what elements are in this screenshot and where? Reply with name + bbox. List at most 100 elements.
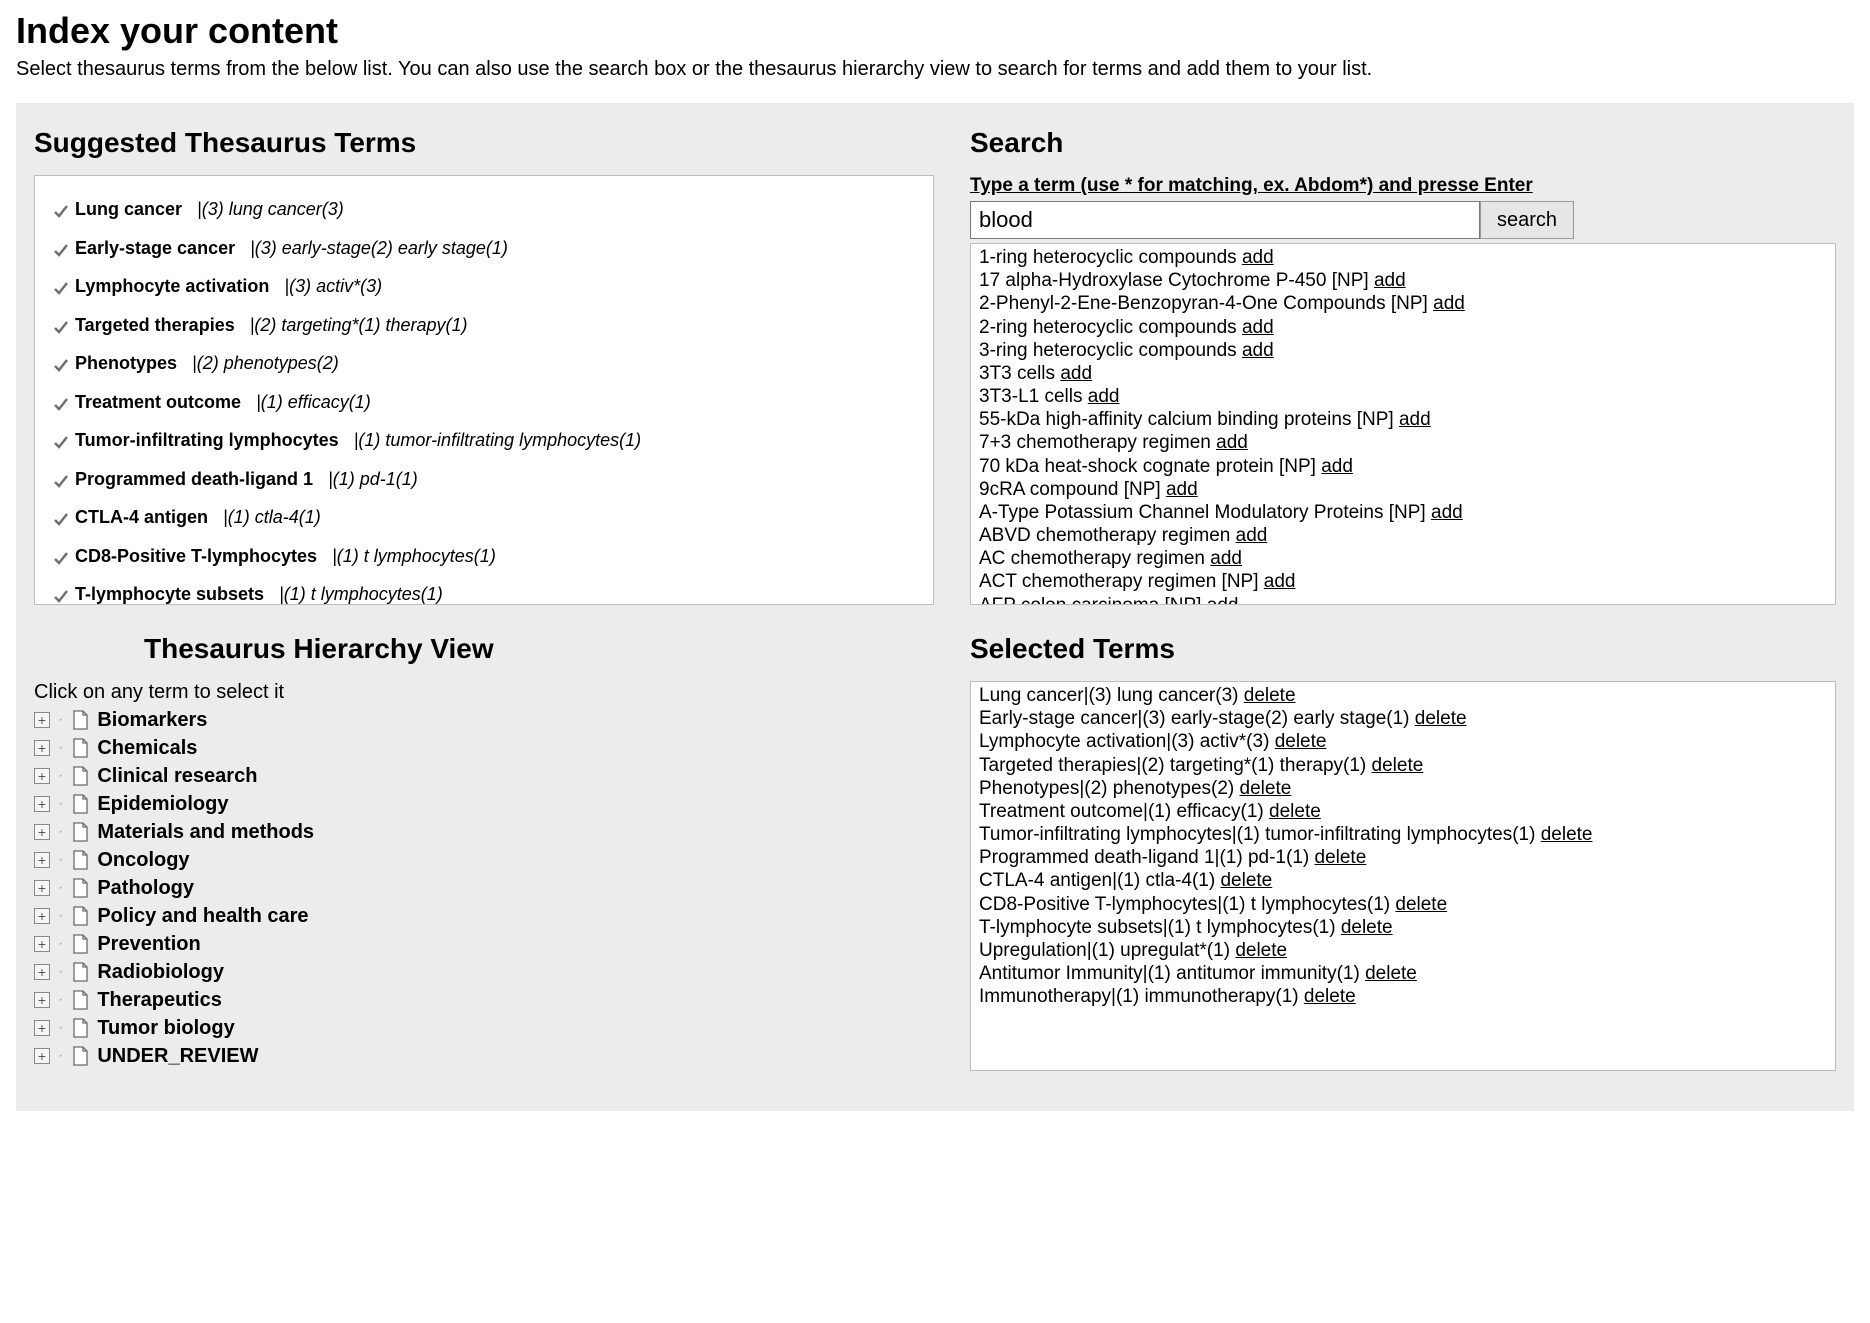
check-icon[interactable] <box>53 202 69 225</box>
hierarchy-node-label[interactable]: Therapeutics <box>97 986 221 1014</box>
add-link[interactable]: add <box>1433 293 1465 314</box>
expand-icon[interactable]: + <box>34 740 50 756</box>
delete-link[interactable]: delete <box>1365 963 1417 984</box>
check-icon[interactable] <box>53 472 69 495</box>
suggested-item[interactable]: T-lymphocyte subsets |(1) t lymphocytes(… <box>53 583 915 605</box>
delete-link[interactable]: delete <box>1220 870 1272 891</box>
suggested-list[interactable]: Lung cancer |(3) lung cancer(3) Early-sta… <box>34 175 934 605</box>
check-icon[interactable] <box>53 549 69 572</box>
expand-icon[interactable]: + <box>34 992 50 1008</box>
delete-link[interactable]: delete <box>1235 940 1287 961</box>
expand-icon[interactable]: + <box>34 880 50 896</box>
hierarchy-node-label[interactable]: Radiobiology <box>97 958 224 986</box>
hierarchy-node[interactable]: +·Prevention <box>34 930 934 958</box>
search-button[interactable]: search <box>1480 201 1574 239</box>
hierarchy-node-label[interactable]: Oncology <box>97 846 189 874</box>
suggested-item[interactable]: Programmed death-ligand 1 |(1) pd-1(1) <box>53 468 915 495</box>
check-icon[interactable] <box>53 356 69 379</box>
add-link[interactable]: add <box>1166 479 1198 500</box>
hierarchy-node-label[interactable]: Chemicals <box>97 734 197 762</box>
hierarchy-node-label[interactable]: Biomarkers <box>97 706 207 734</box>
add-link[interactable]: add <box>1264 571 1296 592</box>
check-icon[interactable] <box>53 587 69 605</box>
delete-link[interactable]: delete <box>1304 986 1356 1007</box>
check-icon[interactable] <box>53 279 69 302</box>
suggested-item[interactable]: Early-stage cancer |(3) early-stage(2) e… <box>53 237 915 264</box>
hierarchy-node[interactable]: +·Clinical research <box>34 762 934 790</box>
add-link[interactable]: add <box>1242 247 1274 268</box>
add-link[interactable]: add <box>1374 270 1406 291</box>
delete-link[interactable]: delete <box>1240 778 1292 799</box>
hierarchy-node-label[interactable]: Materials and methods <box>97 818 314 846</box>
hierarchy-node-label[interactable]: Policy and health care <box>97 902 308 930</box>
suggested-item-tally: |(3) activ*(3) <box>284 276 382 296</box>
hierarchy-node[interactable]: +·Therapeutics <box>34 986 934 1014</box>
expand-icon[interactable]: + <box>34 712 50 728</box>
search-input[interactable] <box>970 201 1480 239</box>
suggested-item[interactable]: CTLA-4 antigen |(1) ctla-4(1) <box>53 506 915 533</box>
delete-link[interactable]: delete <box>1275 731 1327 752</box>
add-link[interactable]: add <box>1236 525 1268 546</box>
delete-link[interactable]: delete <box>1415 708 1467 729</box>
expand-icon[interactable]: + <box>34 1020 50 1036</box>
hierarchy-node[interactable]: +·Policy and health care <box>34 902 934 930</box>
hierarchy-node-label[interactable]: Tumor biology <box>97 1014 234 1042</box>
hierarchy-node[interactable]: +·Biomarkers <box>34 706 934 734</box>
expand-icon[interactable]: + <box>34 796 50 812</box>
expand-icon[interactable]: + <box>34 1048 50 1064</box>
hierarchy-node[interactable]: +·Materials and methods <box>34 818 934 846</box>
add-link[interactable]: add <box>1431 502 1463 523</box>
hierarchy-node[interactable]: +·Chemicals <box>34 734 934 762</box>
delete-link[interactable]: delete <box>1372 755 1424 776</box>
hierarchy-tree[interactable]: +·Biomarkers+·Chemicals+·Clinical resear… <box>34 706 934 1070</box>
check-icon[interactable] <box>53 395 69 418</box>
add-link[interactable]: add <box>1088 386 1120 407</box>
hierarchy-node-label[interactable]: UNDER_REVIEW <box>97 1042 258 1070</box>
tree-connector-icon: · <box>58 877 63 899</box>
hierarchy-node[interactable]: +·Radiobiology <box>34 958 934 986</box>
expand-icon[interactable]: + <box>34 908 50 924</box>
selected-list[interactable]: Lung cancer|(3) lung cancer(3) deleteEar… <box>970 681 1836 1071</box>
add-link[interactable]: add <box>1242 340 1274 361</box>
add-link[interactable]: add <box>1242 317 1274 338</box>
suggested-item[interactable]: Phenotypes |(2) phenotypes(2) <box>53 352 915 379</box>
suggested-item[interactable]: CD8-Positive T-lymphocytes |(1) t lympho… <box>53 545 915 572</box>
search-results-list[interactable]: 1-ring heterocyclic compounds add17 alph… <box>970 243 1836 605</box>
delete-link[interactable]: delete <box>1244 685 1296 706</box>
expand-icon[interactable]: + <box>34 768 50 784</box>
delete-link[interactable]: delete <box>1269 801 1321 822</box>
hierarchy-node[interactable]: +·Oncology <box>34 846 934 874</box>
delete-link[interactable]: delete <box>1315 847 1367 868</box>
hierarchy-node[interactable]: +·Tumor biology <box>34 1014 934 1042</box>
expand-icon[interactable]: + <box>34 824 50 840</box>
suggested-item[interactable]: Targeted therapies |(2) targeting*(1) th… <box>53 314 915 341</box>
add-link[interactable]: add <box>1321 456 1353 477</box>
hierarchy-node[interactable]: +·UNDER_REVIEW <box>34 1042 934 1070</box>
add-link[interactable]: add <box>1210 548 1242 569</box>
suggested-item[interactable]: Tumor-infiltrating lymphocytes |(1) tumo… <box>53 429 915 456</box>
check-icon[interactable] <box>53 510 69 533</box>
add-link[interactable]: add <box>1399 409 1431 430</box>
suggested-item[interactable]: Lung cancer |(3) lung cancer(3) <box>53 198 915 225</box>
suggested-item[interactable]: Treatment outcome |(1) efficacy(1) <box>53 391 915 418</box>
hierarchy-node-label[interactable]: Prevention <box>97 930 200 958</box>
delete-link[interactable]: delete <box>1341 917 1393 938</box>
hierarchy-node[interactable]: +·Epidemiology <box>34 790 934 818</box>
check-icon[interactable] <box>53 433 69 456</box>
expand-icon[interactable]: + <box>34 964 50 980</box>
expand-icon[interactable]: + <box>34 936 50 952</box>
add-link[interactable]: add <box>1207 595 1239 605</box>
add-link[interactable]: add <box>1216 432 1248 453</box>
selected-item: Targeted therapies|(2) targeting*(1) the… <box>979 754 1827 777</box>
add-link[interactable]: add <box>1060 363 1092 384</box>
hierarchy-node-label[interactable]: Clinical research <box>97 762 257 790</box>
check-icon[interactable] <box>53 241 69 264</box>
suggested-item[interactable]: Lymphocyte activation |(3) activ*(3) <box>53 275 915 302</box>
delete-link[interactable]: delete <box>1541 824 1593 845</box>
expand-icon[interactable]: + <box>34 852 50 868</box>
delete-link[interactable]: delete <box>1395 894 1447 915</box>
hierarchy-node[interactable]: + · Pathology <box>34 874 934 902</box>
hierarchy-node-label[interactable]: Pathology <box>97 874 194 902</box>
check-icon[interactable] <box>53 318 69 341</box>
hierarchy-node-label[interactable]: Epidemiology <box>97 790 228 818</box>
